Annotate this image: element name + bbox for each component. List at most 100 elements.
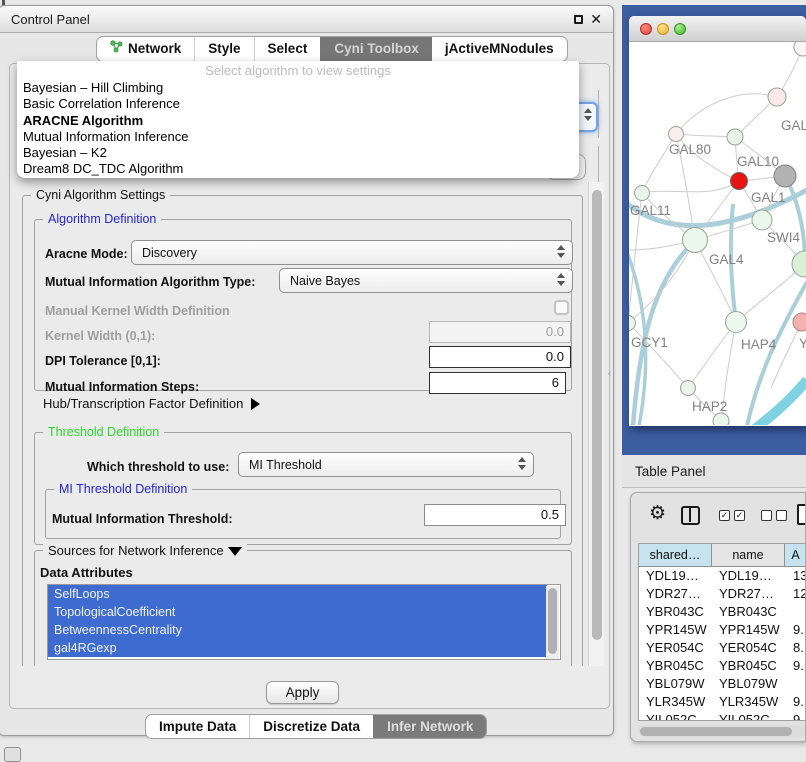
- dropdown-item-selected[interactable]: ARACNE Algorithm: [17, 113, 579, 129]
- network-edge[interactable]: [642, 181, 739, 193]
- algorithm-dropdown-popup: Select algorithm to view settings Bayesi…: [17, 61, 579, 178]
- table-row[interactable]: YER054CYER054C8.: [639, 639, 806, 657]
- mi-threshold-definition-group: MI Threshold Definition Mutual Informati…: [45, 489, 561, 539]
- close-traffic-light-icon[interactable]: [640, 23, 652, 35]
- zoom-traffic-light-icon[interactable]: [674, 23, 686, 35]
- dropdown-item[interactable]: Mutual Information Inference: [17, 129, 579, 145]
- table-row[interactable]: YDL19…YDL19…13: [639, 567, 806, 585]
- table-panel-title: Table Panel: [635, 455, 706, 488]
- network-canvas[interactable]: GAL GAL80 GAL10 GAL1 GAL11 SWI4 GAL4 GCY…: [629, 42, 806, 425]
- network-node[interactable]: [683, 228, 708, 253]
- kernel-width-label: Kernel Width (0,1):: [45, 329, 155, 343]
- mi-algorithm-type-select[interactable]: Naive Bayes: [279, 268, 573, 293]
- network-node-red[interactable]: [731, 173, 748, 190]
- checked-checkbox-icon[interactable]: ✓: [734, 510, 745, 521]
- minimize-traffic-light-icon[interactable]: [657, 23, 669, 35]
- unchecked-checkbox-icon[interactable]: [776, 510, 787, 521]
- document-icon[interactable]: [797, 504, 806, 525]
- table-row[interactable]: YBR043CYBR043C: [639, 603, 806, 621]
- unchecked-checkbox-icon[interactable]: [761, 510, 772, 521]
- tab-jactivemnodules[interactable]: jActiveMNodules: [432, 37, 567, 61]
- manual-kernel-width-checkbox[interactable]: [554, 300, 569, 315]
- tab-infer-network[interactable]: Infer Network: [373, 715, 486, 738]
- table-horizontal-scrollbar[interactable]: [638, 725, 806, 737]
- table-body[interactable]: YDL19…YDL19…13 YDR27…YDR27…12 YBR043CYBR…: [639, 567, 806, 720]
- network-node[interactable]: [794, 42, 806, 56]
- table-row[interactable]: YDR27…YDR27…12: [639, 585, 806, 603]
- expanded-arrow-icon[interactable]: [228, 547, 242, 556]
- network-edge[interactable]: [676, 94, 777, 134]
- dropdown-item[interactable]: Bayesian – K2: [17, 145, 579, 161]
- column-header-shared-name[interactable]: shared…: [639, 544, 712, 566]
- network-node-label: HAP2: [692, 399, 727, 414]
- network-edge[interactable]: [785, 176, 805, 264]
- tab-cyni-toolbox[interactable]: Cyni Toolbox: [320, 37, 432, 61]
- mi-algorithm-type-label: Mutual Information Algorithm Type:: [45, 275, 255, 289]
- list-scrollbar[interactable]: [546, 586, 559, 659]
- list-item[interactable]: gal4RGexp: [48, 639, 547, 657]
- network-node-label: GAL4: [709, 252, 744, 267]
- tab-network[interactable]: Network: [97, 37, 194, 61]
- threshold-definition-group: Threshold Definition Which threshold to …: [34, 432, 572, 545]
- network-edge[interactable]: [771, 322, 802, 388]
- list-item[interactable]: BetweennessCentrality: [48, 621, 547, 639]
- scrollbar-thumb[interactable]: [640, 727, 792, 736]
- table-panel-header: Table Panel: [622, 455, 806, 488]
- list-item[interactable]: SelfLoops: [48, 585, 547, 603]
- table-row[interactable]: YBL079WYBL079W: [639, 675, 806, 693]
- panel-divider-handle[interactable]: ‹: [608, 368, 615, 378]
- network-node-label: GAL80: [669, 142, 711, 157]
- network-node[interactable]: [768, 88, 786, 106]
- network-window-titlebar[interactable]: [629, 16, 806, 42]
- list-item[interactable]: TopologicalCoefficient: [48, 603, 547, 621]
- network-node[interactable]: [635, 186, 650, 201]
- dropdown-placeholder: Select algorithm to view settings: [17, 61, 579, 80]
- tab-select[interactable]: Select: [254, 37, 321, 61]
- which-threshold-label: Which threshold to use:: [87, 460, 229, 474]
- network-edge[interactable]: [688, 322, 736, 388]
- network-node[interactable]: [726, 312, 747, 333]
- network-edge[interactable]: [747, 282, 806, 425]
- network-node[interactable]: [727, 129, 743, 145]
- network-window: GAL GAL80 GAL10 GAL1 GAL11 SWI4 GAL4 GCY…: [629, 16, 806, 426]
- network-node[interactable]: [681, 381, 696, 396]
- network-node[interactable]: [669, 127, 684, 142]
- tab-discretize-data[interactable]: Discretize Data: [249, 715, 373, 738]
- which-threshold-select[interactable]: MI Threshold: [238, 452, 534, 477]
- aracne-mode-select[interactable]: Discovery: [131, 240, 573, 265]
- node-table: shared… name A YDL19…YDL19…13 YDR27…YDR2…: [638, 543, 806, 721]
- dpi-tolerance-input[interactable]: 0.0: [429, 346, 571, 368]
- close-icon[interactable]: ✕: [590, 11, 602, 28]
- column-header-cut[interactable]: A: [785, 544, 806, 566]
- table-row[interactable]: YIL052CYIL052C9.: [639, 711, 806, 720]
- data-attributes-label: Data Attributes: [40, 565, 133, 580]
- network-node[interactable]: [793, 313, 806, 331]
- network-node[interactable]: [713, 413, 729, 425]
- dropdown-item[interactable]: Bayesian – Hill Climbing: [17, 80, 579, 96]
- network-node-label: GAL1: [751, 190, 786, 205]
- columns-icon[interactable]: [681, 506, 700, 525]
- mi-steps-input[interactable]: 6: [429, 372, 566, 394]
- network-node[interactable]: [752, 210, 772, 230]
- column-header-name[interactable]: name: [712, 544, 785, 566]
- mi-threshold-input[interactable]: 0.5: [424, 504, 566, 526]
- dropdown-item[interactable]: Dream8 DC_TDC Algorithm: [17, 161, 579, 177]
- table-row[interactable]: YLR345WYLR345W9.: [639, 693, 806, 711]
- minimized-panel-icon[interactable]: [4, 747, 21, 762]
- dropdown-item[interactable]: Basic Correlation Inference: [17, 96, 579, 112]
- scrollbar-thumb[interactable]: [592, 190, 602, 640]
- tab-style[interactable]: Style: [194, 37, 253, 61]
- float-window-icon[interactable]: [574, 15, 583, 24]
- checked-checkbox-icon[interactable]: ✓: [719, 510, 730, 521]
- network-edge[interactable]: [736, 264, 805, 322]
- apply-button[interactable]: Apply: [266, 681, 339, 704]
- network-edge[interactable]: [676, 134, 735, 137]
- gear-icon[interactable]: ⚙: [649, 502, 666, 525]
- hub-transcription-factor-section[interactable]: Hub/Transcription Factor Definition: [43, 396, 260, 411]
- data-attributes-list[interactable]: SelfLoops TopologicalCoefficient Between…: [47, 584, 561, 660]
- table-row[interactable]: YPR145WYPR145W9.: [639, 621, 806, 639]
- tab-impute-data[interactable]: Impute Data: [146, 715, 249, 738]
- settings-scrollbar[interactable]: [588, 182, 604, 666]
- collapsed-arrow-icon[interactable]: [251, 398, 260, 410]
- table-row[interactable]: YBR045CYBR045C9.: [639, 657, 806, 675]
